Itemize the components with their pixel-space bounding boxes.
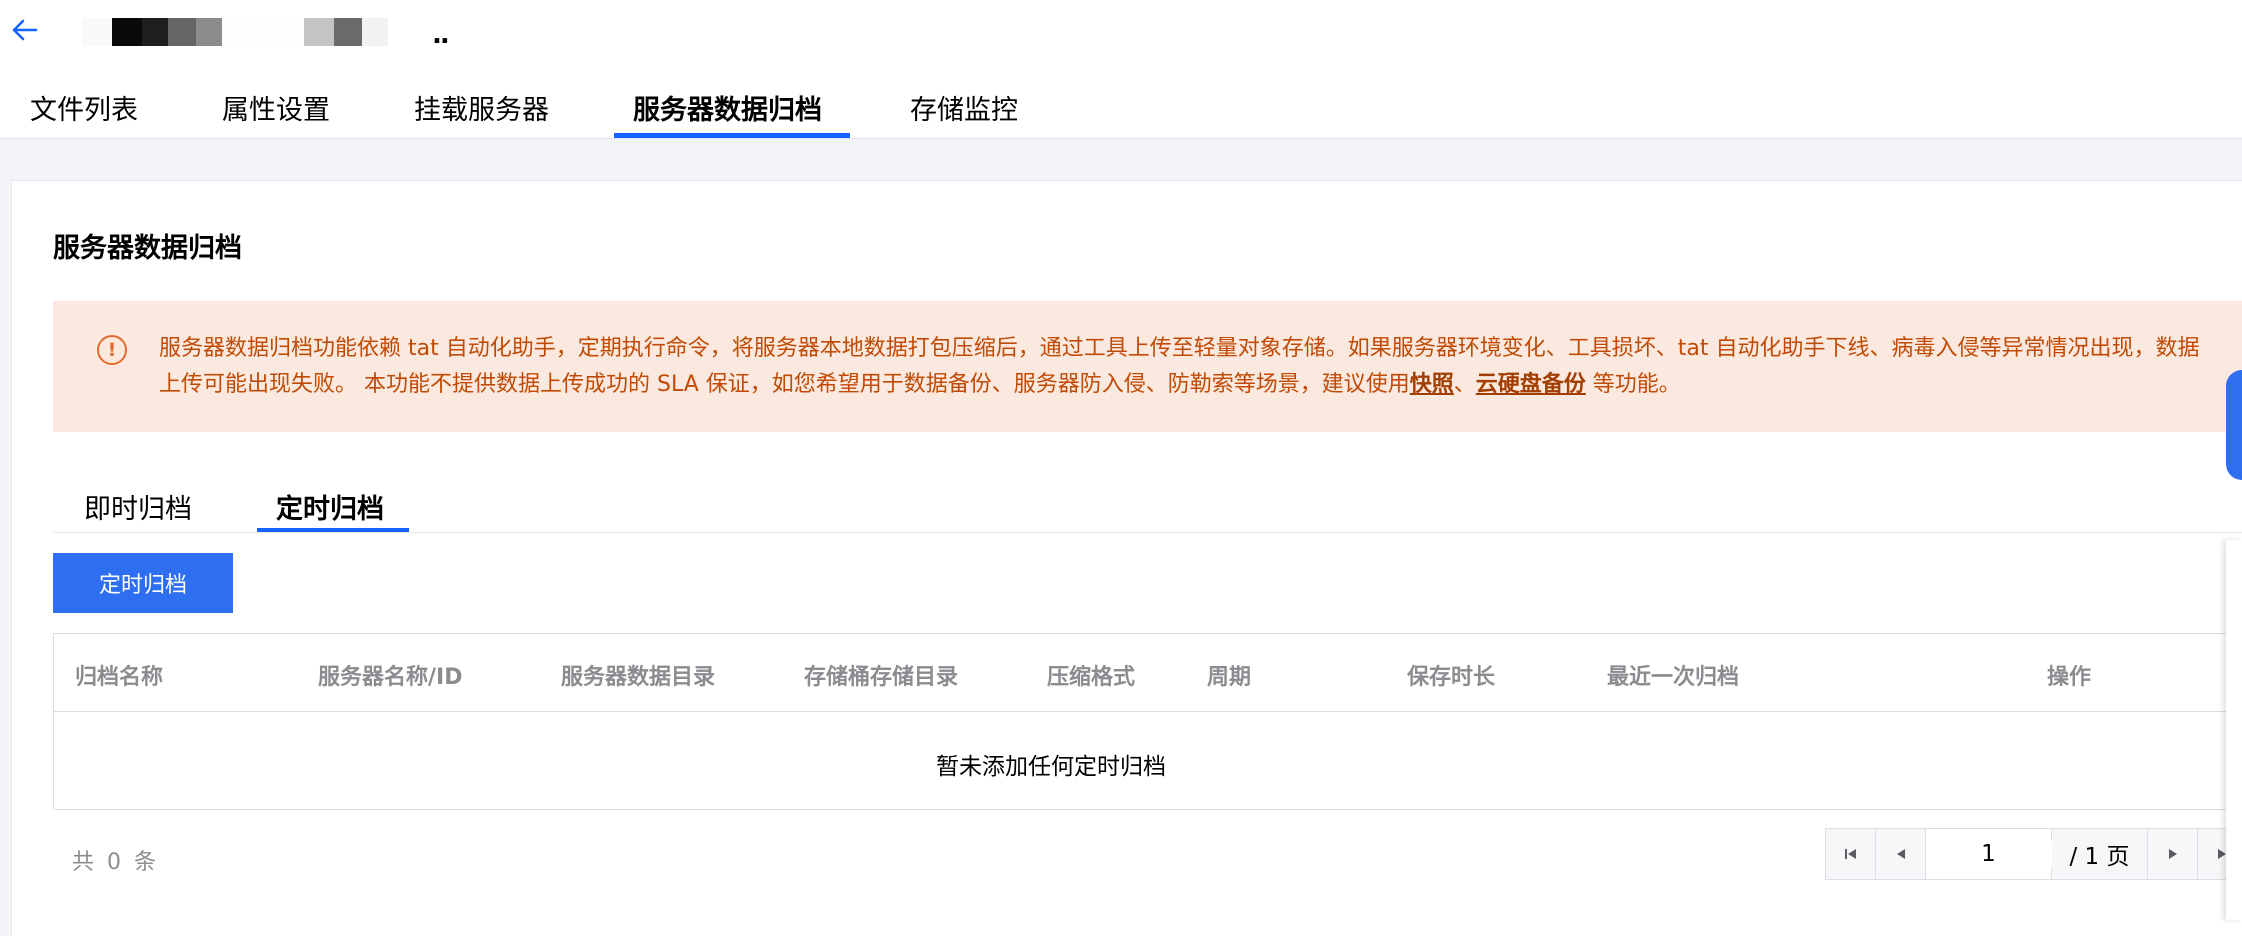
section-title: 服务器数据归档	[53, 233, 242, 264]
total-count: 共 0 条	[72, 850, 159, 875]
snapshot-link[interactable]: 快照	[1410, 372, 1454, 397]
first-page-icon	[1844, 849, 1856, 859]
active-tab-indicator	[614, 133, 850, 138]
prev-page-icon	[1896, 849, 1905, 859]
column-last-archive: 最近一次归档	[1607, 665, 1740, 690]
column-actions: 操作	[2047, 665, 2092, 690]
column-cycle: 周期	[1207, 665, 1252, 690]
pagination: / 1 页	[1825, 828, 2242, 880]
disk-backup-link[interactable]: 云硬盘备份	[1476, 372, 1586, 397]
alert-separator: 、	[1453, 372, 1476, 397]
tab-property-settings[interactable]: 属性设置	[222, 88, 330, 139]
tab-file-list[interactable]: 文件列表	[30, 88, 138, 139]
first-page-button[interactable]	[1826, 829, 1876, 879]
back-arrow-icon[interactable]	[10, 17, 40, 43]
warning-icon: !	[97, 335, 127, 365]
tab-storage-monitor[interactable]: 存储监控	[910, 88, 1018, 139]
page-header: .. 文件列表 属性设置 挂载服务器 服务器数据归档 存储监控	[0, 0, 2242, 139]
next-page-icon	[2168, 849, 2177, 859]
tab-mount-server[interactable]: 挂载服务器	[414, 88, 549, 139]
alert-text-end: 等功能。	[1585, 372, 1681, 397]
alert-text: 服务器数据归档功能依赖 tat 自动化助手，定期执行命令，将服务器本地数据打包压…	[159, 331, 2219, 403]
page-total-text: / 1 页	[2052, 829, 2148, 879]
column-retention: 保存时长	[1407, 665, 1496, 690]
table-header: 归档名称 服务器名称/ID 服务器数据目录 存储桶存储目录 压缩格式 周期 保存…	[54, 634, 2242, 712]
page-input-wrapper	[1925, 829, 2052, 879]
tab-server-data-archive[interactable]: 服务器数据归档	[633, 88, 822, 139]
next-page-button[interactable]	[2148, 829, 2198, 879]
page-number-input[interactable]	[1925, 841, 2052, 867]
table-empty-text: 暂未添加任何定时归档	[936, 754, 1166, 780]
active-subtab-indicator	[257, 528, 409, 532]
alert-text-main: 服务器数据归档功能依赖 tat 自动化助手，定期执行命令，将服务器本地数据打包压…	[159, 336, 2200, 397]
column-bucket-dir: 存储桶存储目录	[804, 665, 959, 690]
column-archive-name: 归档名称	[75, 665, 164, 690]
archive-subtabs: 即时归档 定时归档	[53, 481, 2242, 533]
title-suffix: ..	[432, 20, 450, 50]
floating-help-tab[interactable]	[2226, 370, 2242, 480]
column-compress-format: 压缩格式	[1047, 665, 1136, 690]
archive-table: 归档名称 服务器名称/ID 服务器数据目录 存储桶存储目录 压缩格式 周期 保存…	[53, 633, 2242, 810]
redacted-instance-name	[82, 18, 388, 48]
side-panel-edge	[2226, 540, 2242, 920]
warning-alert: ! 服务器数据归档功能依赖 tat 自动化助手，定期执行命令，将服务器本地数据打…	[53, 301, 2242, 432]
subtab-instant-archive[interactable]: 即时归档	[84, 487, 192, 526]
subtab-scheduled-archive[interactable]: 定时归档	[276, 487, 384, 526]
archive-card: 服务器数据归档 ! 服务器数据归档功能依赖 tat 自动化助手，定期执行命令，将…	[11, 180, 2242, 936]
column-server-data-dir: 服务器数据目录	[561, 665, 716, 690]
column-server-name-id: 服务器名称/ID	[318, 665, 463, 690]
create-scheduled-archive-button[interactable]: 定时归档	[53, 553, 233, 613]
prev-page-button[interactable]	[1876, 829, 1926, 879]
